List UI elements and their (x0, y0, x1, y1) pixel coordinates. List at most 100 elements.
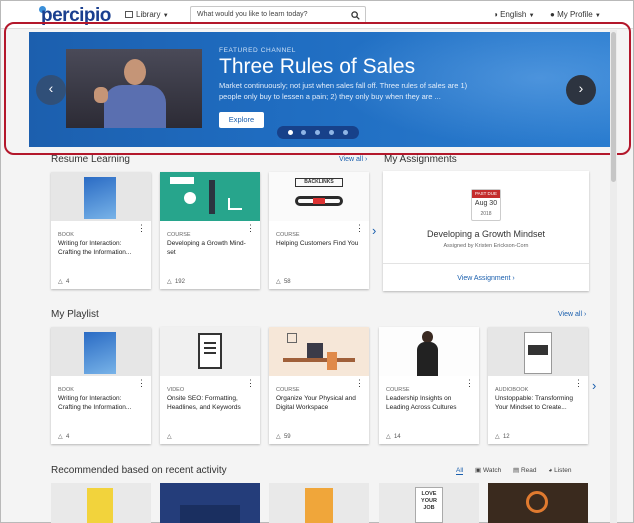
more-options-icon[interactable]: ⋮ (246, 224, 255, 233)
card-likes: △ 4 (58, 278, 69, 285)
more-options-icon[interactable]: ⋮ (246, 379, 255, 388)
playlist-card[interactable]: COURSE ⋮ Leadership Insights on Leading … (379, 327, 479, 444)
library-icon (125, 11, 133, 18)
recommended-heading: Recommended based on recent activity (51, 465, 227, 476)
more-options-icon[interactable]: ⋮ (355, 224, 364, 233)
card-title: Organize Your Physical and Digital Works… (276, 395, 356, 411)
playlist-card[interactable]: BOOK ⋮ Writing for Interaction: Crafting… (51, 327, 151, 444)
resume-card[interactable]: BOOK ⋮ Writing for Interaction: Crafting… (51, 172, 151, 289)
language-label: English (500, 10, 527, 19)
card-type: COURSE (386, 387, 410, 393)
assignment-card[interactable]: PAST DUE Aug 30 2018 Developing a Growth… (383, 171, 589, 291)
thumbs-up-icon[interactable]: △ (386, 434, 391, 440)
likes-count: 59 (283, 434, 291, 440)
recommended-card[interactable]: LOVE YOUR JOB (379, 483, 479, 523)
recommended-card[interactable] (488, 483, 588, 523)
globe-icon: ◑ (493, 10, 498, 19)
recommended-card[interactable] (269, 483, 369, 523)
book-icon: ▤ (513, 467, 520, 474)
card-type: COURSE (167, 232, 191, 238)
thumbs-up-icon[interactable]: △ (58, 279, 63, 285)
video-icon: ▣ (475, 467, 482, 474)
search-placeholder: What would you like to learn today? (197, 11, 308, 18)
thumbs-up-icon[interactable]: △ (276, 434, 281, 440)
thumbs-up-icon[interactable]: △ (495, 434, 500, 440)
card-likes: △ 12 (495, 433, 510, 440)
card-title: Helping Customers Find You (276, 240, 359, 247)
card-type: COURSE (276, 232, 300, 238)
chevron-down-icon: ▼ (528, 13, 535, 19)
language-menu[interactable]: ◑ English ▼ (493, 10, 535, 19)
resume-card[interactable]: BACKLINKS COURSE ⋮ Helping Customers Fin… (269, 172, 369, 289)
card-likes: △ 192 (167, 278, 185, 285)
card-title: Leadership Insights on Leading Across Cu… (386, 395, 457, 411)
due-year: 2018 (480, 211, 492, 217)
card-type: BOOK (58, 387, 74, 393)
course-thumbnail (379, 327, 479, 376)
playlist-next-icon[interactable]: › (592, 378, 596, 393)
chevron-down-icon: ▼ (594, 13, 601, 19)
tab-read[interactable]: Read (521, 467, 537, 474)
playlist-card[interactable]: VIDEO ⋮ Onsite SEO: Formatting, Headline… (160, 327, 260, 444)
audiobook-thumbnail (488, 327, 588, 376)
profile-menu[interactable]: ● My Profile ▼ (550, 10, 601, 19)
thumbs-up-icon[interactable]: △ (167, 434, 172, 440)
love-your-job-cover: LOVE YOUR JOB (415, 487, 443, 523)
thumbs-up-icon[interactable]: △ (58, 434, 63, 440)
search-icon[interactable] (351, 11, 360, 20)
tab-all[interactable]: All (456, 467, 464, 475)
likes-count: 14 (393, 434, 401, 440)
playlist-view-all-link[interactable]: View all › (558, 311, 586, 318)
resume-next-icon[interactable]: › (372, 223, 376, 238)
recommended-card[interactable] (160, 483, 260, 523)
card-likes: △ 59 (276, 433, 291, 440)
library-label: Library (136, 10, 161, 19)
view-assignment-link[interactable]: View Assignment › (383, 275, 589, 282)
my-assignments-heading: My Assignments (384, 154, 457, 165)
thumbs-up-icon[interactable]: △ (167, 279, 172, 285)
recommended-card[interactable] (51, 483, 151, 523)
course-thumbnail: BACKLINKS (269, 172, 369, 221)
thumbs-up-icon[interactable]: △ (276, 279, 281, 285)
my-playlist-heading: My Playlist (51, 309, 99, 320)
resume-view-all-link[interactable]: View all › (339, 156, 367, 163)
card-type: COURSE (276, 387, 300, 393)
divider (383, 263, 589, 264)
card-title: Writing for Interaction: Crafting the In… (58, 395, 132, 411)
backlinks-label: BACKLINKS (295, 178, 343, 187)
library-menu[interactable]: Library ▼ (125, 10, 169, 19)
book-thumbnail (51, 327, 151, 376)
card-title: Unstoppable: Transforming Your Mindset t… (495, 395, 574, 411)
likes-count: 58 (283, 279, 291, 285)
playlist-card[interactable]: COURSE ⋮ Organize Your Physical and Digi… (269, 327, 369, 444)
view-all-label: View all (558, 311, 582, 318)
card-type: VIDEO (167, 387, 185, 393)
highlight-frame (4, 22, 631, 155)
chevron-down-icon: ▼ (162, 13, 169, 19)
card-title: Writing for Interaction: Crafting the In… (58, 240, 132, 256)
assignment-course-title: Developing a Growth Mindset (426, 229, 546, 239)
view-assignment-label: View Assignment (457, 275, 511, 282)
app-window: percipio Library ▼ What would you like t… (0, 0, 634, 523)
tab-watch[interactable]: Watch (483, 467, 501, 474)
past-due-badge: PAST DUE (472, 190, 500, 198)
headphones-icon: ◕ (548, 467, 553, 474)
assigned-by: Assigned by Kristen Erickson-Corn (443, 243, 529, 249)
more-options-icon[interactable]: ⋮ (574, 379, 583, 388)
more-options-icon[interactable]: ⋮ (137, 224, 146, 233)
scrollbar-thumb[interactable] (611, 32, 616, 182)
likes-count: 4 (65, 279, 70, 285)
more-options-icon[interactable]: ⋮ (465, 379, 474, 388)
card-likes: △ 4 (58, 433, 69, 440)
more-options-icon[interactable]: ⋮ (137, 379, 146, 388)
resume-card[interactable]: COURSE ⋮ Developing a Growth Mind-set △ … (160, 172, 260, 289)
tab-listen[interactable]: Listen (554, 467, 571, 474)
more-options-icon[interactable]: ⋮ (355, 379, 364, 388)
calendar-icon: PAST DUE Aug 30 2018 (471, 189, 501, 221)
card-type: BOOK (58, 232, 74, 238)
card-title: Onsite SEO: Formatting, Headlines, and K… (167, 395, 241, 411)
book-thumbnail (51, 172, 151, 221)
playlist-card[interactable]: AUDIOBOOK ⋮ Unstoppable: Transforming Yo… (488, 327, 588, 444)
card-likes: △ (167, 433, 173, 440)
scrollbar-track[interactable] (610, 30, 617, 523)
